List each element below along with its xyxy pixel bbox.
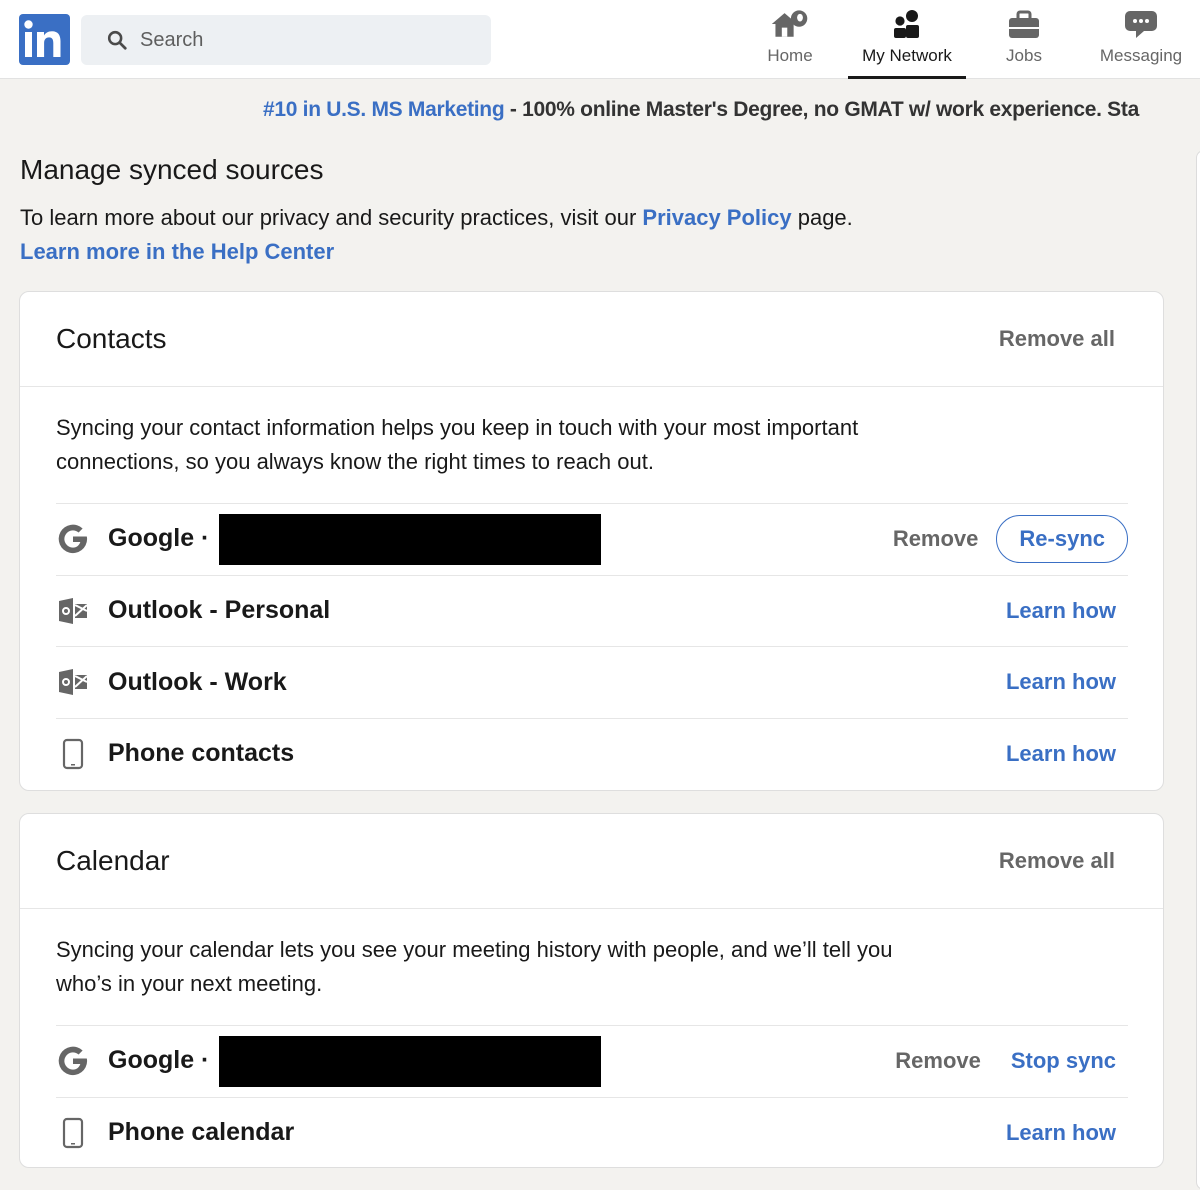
calendar-card-header: Calendar Remove all <box>20 814 1163 909</box>
contacts-remove-all-button[interactable]: Remove all <box>999 326 1115 352</box>
nav-item-my-network[interactable]: My Network <box>848 0 966 79</box>
intro-text: To learn more about our privacy and secu… <box>20 205 853 231</box>
source-name: Outlook - Personal <box>108 596 331 625</box>
calendar-remove-all-button[interactable]: Remove all <box>999 848 1115 874</box>
home-icon <box>771 10 808 37</box>
redacted-email <box>219 513 602 565</box>
remove-button[interactable]: Remove <box>893 526 979 552</box>
source-row-phone-contacts: Phone contacts Learn how <box>56 717 1128 790</box>
message-icon <box>1125 11 1157 38</box>
contacts-card-header: Contacts Remove all <box>20 292 1163 387</box>
network-icon <box>894 10 919 38</box>
source-row-outlook-personal: Outlook - Personal Learn how <box>56 574 1128 647</box>
phone-icon <box>56 1116 90 1150</box>
intro-text-before: To learn more about our privacy and secu… <box>20 205 643 230</box>
google-icon <box>56 522 90 556</box>
calendar-source-list: Google · Remove Stop sync Phone calendar… <box>56 1025 1128 1168</box>
stop-sync-button[interactable]: Stop sync <box>1011 1048 1116 1074</box>
nav-label-messaging: Messaging <box>1099 46 1183 65</box>
source-name: Google · <box>108 1035 602 1087</box>
resync-button[interactable]: Re-sync <box>996 515 1128 564</box>
search-input[interactable] <box>140 28 470 52</box>
nav-label-my-network: My Network <box>862 46 952 65</box>
nav-item-home[interactable]: Home <box>762 0 818 79</box>
learn-how-link[interactable]: Learn how <box>1006 741 1116 767</box>
intro-text-after: page. <box>791 205 853 230</box>
outlook-icon <box>56 594 90 628</box>
contacts-description: Syncing your contact information helps y… <box>56 415 859 474</box>
linkedin-logo-icon <box>24 20 61 57</box>
source-name: Outlook - Work <box>108 667 287 696</box>
promo-banner[interactable]: #10 in U.S. MS Marketing - 100% online M… <box>263 98 1139 122</box>
remove-button[interactable]: Remove <box>895 1048 981 1074</box>
learn-how-link[interactable]: Learn how <box>1006 669 1116 695</box>
contacts-card: Contacts Remove all Syncing your contact… <box>19 291 1164 791</box>
source-row-phone-calendar: Phone calendar Learn how <box>56 1096 1128 1169</box>
linkedin-logo[interactable] <box>19 14 70 65</box>
nav-item-messaging[interactable]: Messaging <box>1094 0 1188 79</box>
source-name: Google · <box>108 513 602 565</box>
help-center-link[interactable]: Learn more in the Help Center <box>20 239 334 265</box>
promo-link[interactable]: #10 in U.S. MS Marketing <box>263 98 505 121</box>
source-row-outlook-work: Outlook - Work Learn how <box>56 646 1128 718</box>
search-bar[interactable] <box>81 15 491 65</box>
calendar-card: Calendar Remove all Syncing your calenda… <box>19 813 1164 1168</box>
source-name: Phone contacts <box>108 739 295 768</box>
contacts-source-list: Google · Remove Re-sync Outlook - Person… <box>56 503 1128 789</box>
outlook-icon <box>56 665 90 699</box>
contacts-title: Contacts <box>56 323 167 354</box>
calendar-description: Syncing your calendar lets you see your … <box>56 937 893 996</box>
promo-text: - 100% online Master's Degree, no GMAT w… <box>504 98 1139 121</box>
source-row-google-contacts: Google · Remove Re-sync <box>56 503 1128 575</box>
nav-item-jobs[interactable]: Jobs <box>1000 0 1048 79</box>
learn-how-link[interactable]: Learn how <box>1006 1120 1116 1146</box>
search-icon <box>107 30 127 50</box>
redacted-email <box>219 1035 602 1087</box>
privacy-policy-link[interactable]: Privacy Policy <box>642 205 791 230</box>
phone-icon <box>56 737 90 771</box>
page-title: Manage synced sources <box>20 154 324 185</box>
learn-how-link[interactable]: Learn how <box>1006 598 1116 624</box>
briefcase-icon <box>1009 10 1039 38</box>
source-row-google-calendar: Google · Remove Stop sync <box>56 1025 1128 1097</box>
source-name: Phone calendar <box>108 1118 295 1147</box>
nav-label-home: Home <box>767 46 813 65</box>
top-navigation-bar: Home My Network Jobs <box>0 0 1200 79</box>
calendar-title: Calendar <box>56 845 170 876</box>
google-icon <box>56 1044 90 1078</box>
nav-label-jobs: Jobs <box>1006 46 1042 65</box>
right-rail-card <box>1196 150 1200 1190</box>
